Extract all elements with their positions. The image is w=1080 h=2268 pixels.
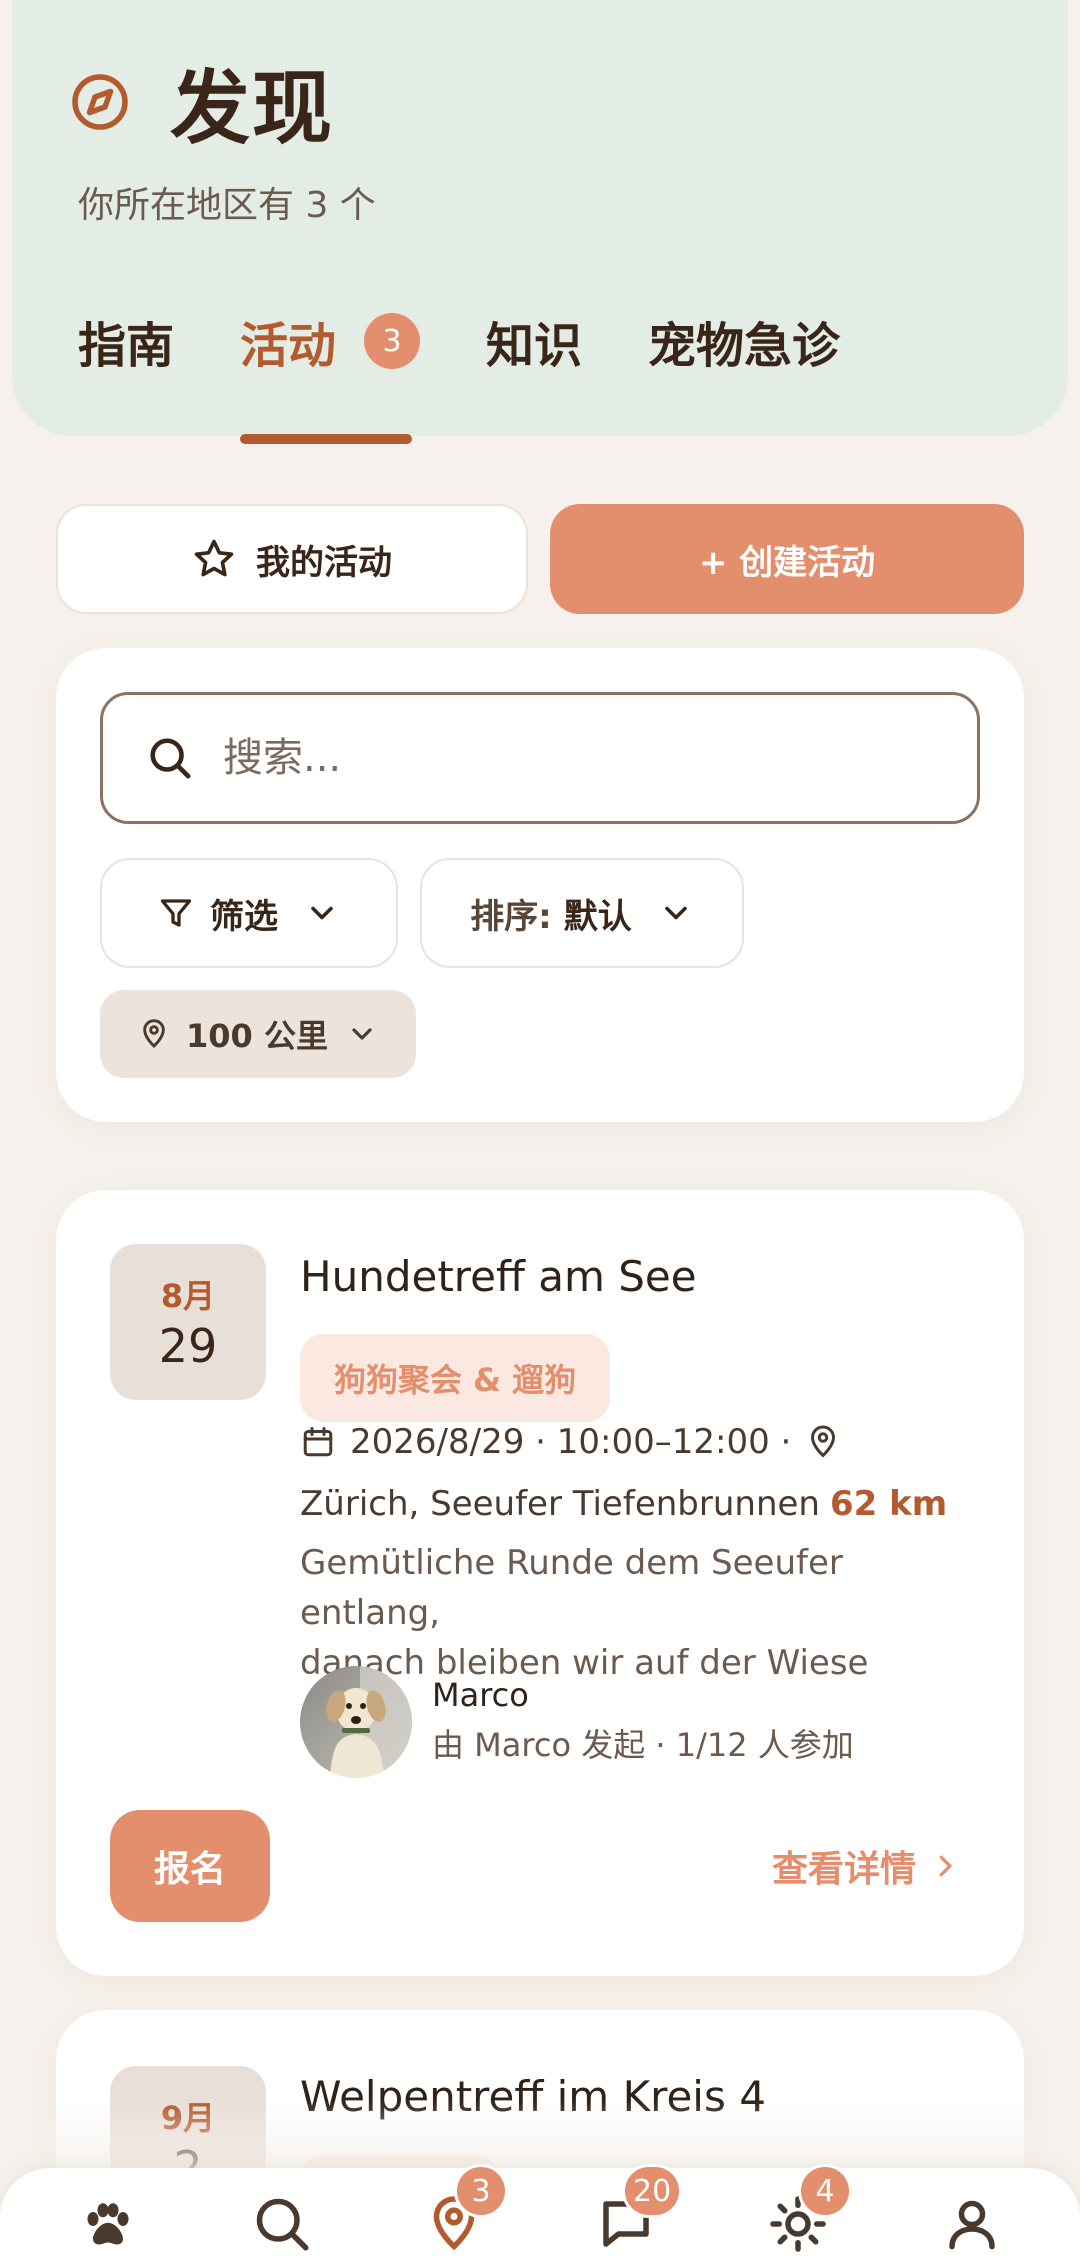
- sort-dropdown[interactable]: 排序: 默认: [420, 858, 744, 968]
- profile-icon: [949, 2200, 995, 2250]
- organizer-avatar[interactable]: [300, 1666, 412, 1778]
- nav-badge: 3: [454, 2164, 508, 2218]
- event-distance: 62 km: [829, 1484, 948, 1524]
- event-date-box: 8月 29: [110, 1244, 266, 1400]
- action-buttons: 我的活动 + 创建活动: [56, 504, 1024, 614]
- view-details-label: 查看详情: [771, 1849, 916, 1890]
- nav-badge: 4: [798, 2164, 852, 2218]
- filter-panel: 筛选 排序: 默认 100 公里: [56, 648, 1024, 1122]
- nav-profile[interactable]: [942, 2194, 1002, 2254]
- tab-knowledge[interactable]: 知识: [486, 306, 582, 376]
- header: 发现 你所在地区有 3 个 指南 活动 3 知识 宠物急诊: [12, 0, 1068, 444]
- funnel-icon: [160, 899, 192, 927]
- search-input[interactable]: [223, 735, 923, 781]
- tab-label: 宠物急诊: [648, 318, 841, 374]
- active-tab-indicator: [240, 434, 413, 444]
- my-events-label: 我的活动: [256, 542, 392, 583]
- dog-photo: [300, 1666, 412, 1778]
- event-title[interactable]: Hundetreff am See: [300, 1252, 697, 1301]
- search-field[interactable]: [100, 692, 980, 824]
- create-event-button[interactable]: + 创建活动: [550, 504, 1024, 614]
- nav-home[interactable]: [78, 2194, 138, 2254]
- tab-label: 知识: [486, 318, 583, 374]
- join-button[interactable]: 报名: [110, 1810, 270, 1922]
- compass-icon: [72, 74, 128, 130]
- tab-bar: 指南 活动 3 知识 宠物急诊: [78, 306, 906, 444]
- search-icon: [150, 738, 191, 779]
- tab-events[interactable]: 活动 3: [240, 306, 421, 444]
- map-pin-icon: [811, 1425, 836, 1458]
- search-icon: [256, 2198, 309, 2251]
- calendar-icon: [303, 1427, 333, 1457]
- tab-label: 活动: [240, 318, 337, 374]
- page-title: 发现: [170, 62, 334, 155]
- event-datetime-text: 2026/8/29 · 10:00–12:00 ·: [350, 1422, 792, 1462]
- chevron-right-icon: [939, 1855, 952, 1877]
- region-subtitle: 你所在地区有 3 个: [78, 185, 376, 226]
- nav-badge: 20: [622, 2164, 683, 2218]
- tab-label: 指南: [78, 318, 175, 374]
- event-card[interactable]: 8月 29 Hundetreff am See 狗狗聚会 & 遛狗 2026/8…: [56, 1190, 1024, 1976]
- organizer-info: 由 Marco 发起 · 1/12 人参加: [432, 1726, 854, 1764]
- my-events-button[interactable]: 我的活动: [56, 504, 528, 614]
- event-category-tag: 狗狗聚会 & 遛狗: [300, 1334, 611, 1422]
- distance-dropdown[interactable]: 100 公里: [100, 990, 416, 1078]
- map-pin-icon: [143, 1019, 165, 1048]
- chevron-down-icon: [311, 906, 333, 920]
- nav-weather[interactable]: 4: [768, 2164, 852, 2254]
- tab-pet-emergency[interactable]: 宠物急诊: [648, 306, 840, 376]
- tab-badge: 3: [364, 313, 421, 369]
- sort-value: 默认: [563, 896, 632, 937]
- event-location: Zürich, Seeufer Tiefenbrunnen 62 km: [300, 1484, 947, 1524]
- create-event-label: + 创建活动: [698, 542, 876, 583]
- distance-value: 100 公里: [186, 1017, 328, 1055]
- star-icon: [194, 539, 234, 577]
- filter-dropdown[interactable]: 筛选: [100, 858, 398, 968]
- nav-discover[interactable]: 3: [424, 2164, 508, 2254]
- event-datetime: 2026/8/29 · 10:00–12:00 ·: [300, 1422, 841, 1462]
- nav-messages[interactable]: 20: [596, 2164, 683, 2254]
- sort-prefix: 排序:: [470, 896, 552, 937]
- event-month: 8月: [160, 1277, 216, 1315]
- chevron-down-icon: [664, 906, 687, 920]
- chevron-down-icon: [352, 1028, 372, 1040]
- paw-icon: [87, 2203, 129, 2245]
- organizer-name: Marco: [432, 1676, 529, 1714]
- title-row: 发现: [70, 44, 334, 160]
- view-details-link[interactable]: 查看详情: [772, 1840, 960, 1892]
- nav-search[interactable]: [252, 2194, 312, 2254]
- event-description-line: Gemütliche Runde dem Seeufer entlang,: [300, 1543, 843, 1633]
- event-day: 29: [158, 1319, 218, 1373]
- tab-guide[interactable]: 指南: [78, 306, 174, 376]
- filter-label: 筛选: [210, 896, 278, 937]
- join-label: 报名: [153, 1849, 226, 1890]
- bottom-navigation: 3 20 4: [0, 2164, 1080, 2268]
- event-location-text: Zürich, Seeufer Tiefenbrunnen: [300, 1484, 820, 1524]
